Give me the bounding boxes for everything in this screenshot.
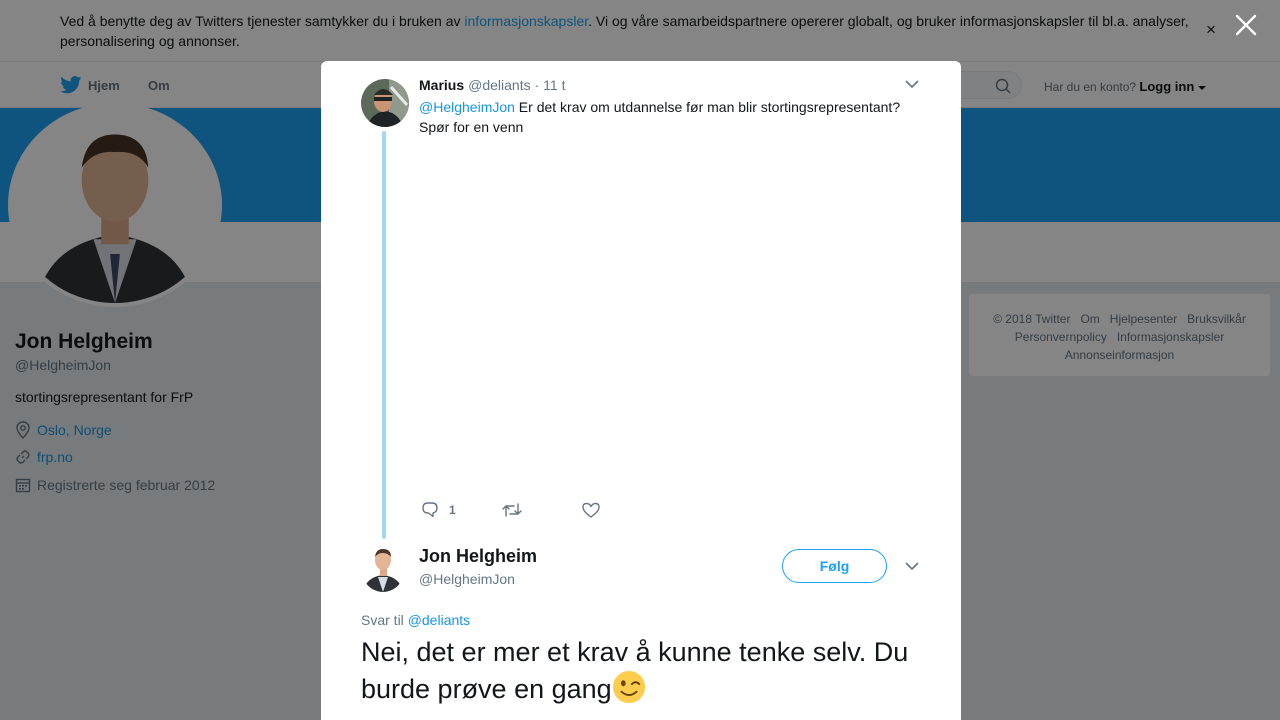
winking-face-emoji-icon	[612, 670, 645, 704]
parent-tweet-text: @HelgheimJon Er det krav om utdannelse f…	[419, 97, 919, 137]
retweet-button[interactable]	[501, 502, 522, 518]
reply-count: 1	[449, 503, 456, 517]
parent-tweet-mention[interactable]: @HelgheimJon	[419, 99, 515, 115]
parent-tweet-author-name[interactable]: Marius	[419, 77, 464, 93]
main-tweet-menu-chevron-icon[interactable]	[905, 561, 919, 571]
reply-context-prefix: Svar til	[361, 612, 408, 628]
main-tweet-author-handle[interactable]: @HelgheimJon	[419, 571, 515, 587]
main-tweet-text: Nei, det er mer et krav å kunne tenke se…	[361, 635, 931, 707]
reply-context: Svar til @deliants	[361, 612, 470, 628]
retweet-icon	[501, 503, 522, 517]
avatar-photo	[361, 544, 405, 592]
like-button[interactable]	[581, 502, 600, 518]
reply-context-mention[interactable]: @deliants	[408, 612, 470, 628]
parent-tweet-menu-chevron-icon[interactable]	[905, 79, 919, 89]
reply-button[interactable]: 1	[421, 502, 456, 518]
heart-icon	[581, 502, 600, 518]
reply-icon	[422, 502, 438, 518]
parent-tweet-timestamp[interactable]: · 11 t	[535, 77, 566, 93]
tweet-modal: Marius @deliants · 11 t @HelgheimJon Er …	[321, 61, 961, 720]
parent-tweet-header: Marius @deliants · 11 t	[419, 77, 565, 93]
parent-tweet-actions: 1	[421, 502, 600, 518]
close-icon[interactable]	[1234, 13, 1258, 37]
avatar-photo	[361, 79, 409, 127]
follow-button[interactable]: Følg	[782, 549, 887, 583]
main-tweet-author-name[interactable]: Jon Helgheim	[419, 546, 537, 567]
main-tweet-avatar[interactable]	[361, 544, 405, 592]
thread-connector-line	[382, 131, 386, 539]
parent-tweet-avatar[interactable]	[361, 79, 409, 127]
parent-tweet-author-handle[interactable]: @deliants	[468, 77, 530, 93]
